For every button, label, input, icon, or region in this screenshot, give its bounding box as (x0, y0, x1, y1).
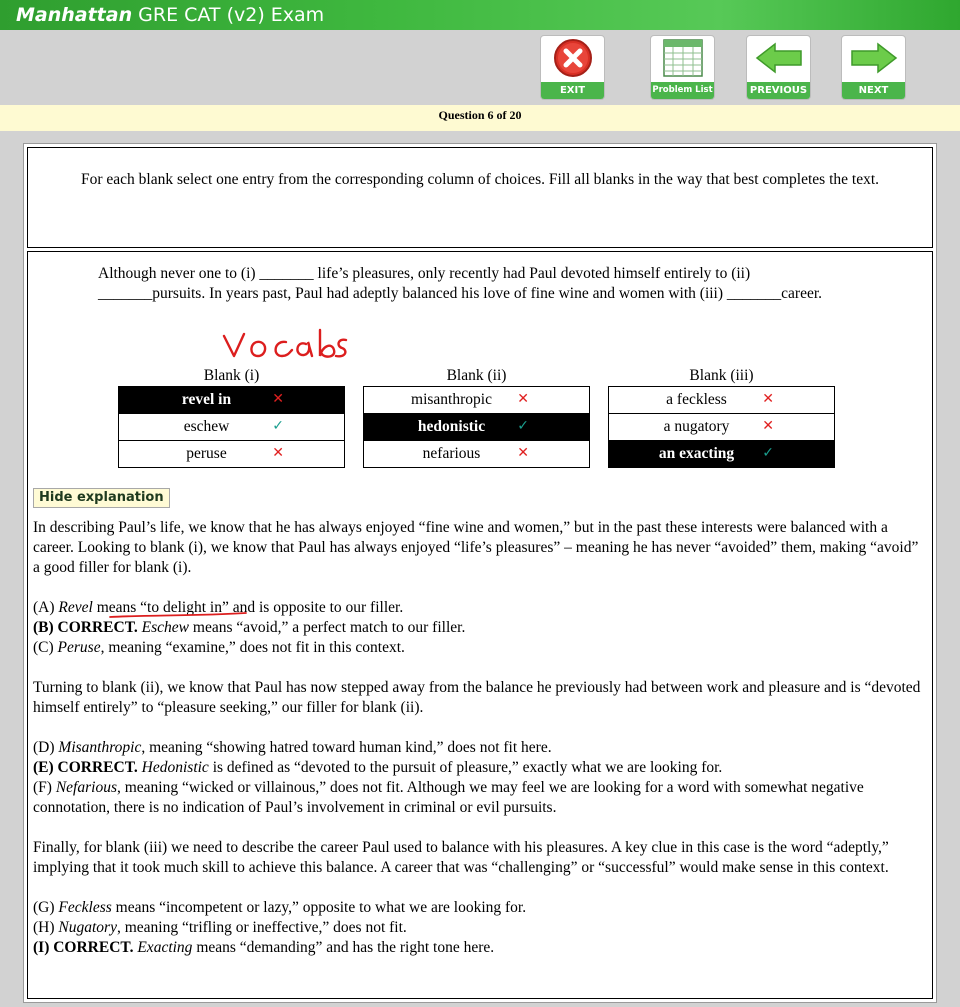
close-icon (541, 36, 604, 80)
question-box: Although never one to (i) _______ life’s… (27, 251, 933, 999)
wrong-mark-icon: ✕ (272, 391, 284, 407)
problem-list-label: Problem List (651, 82, 714, 99)
blank-iii-option-an-exacting[interactable]: an exacting ✓ (608, 440, 835, 468)
correct-mark-icon: ✓ (762, 445, 774, 461)
blank-ii-option-nefarious[interactable]: nefarious ✕ (363, 440, 590, 468)
blank-i-option-eschew[interactable]: eschew ✓ (118, 413, 345, 441)
title-text: GRE CAT (v2) Exam (132, 4, 325, 26)
explanation: In describing Paul’s life, we know that … (33, 518, 929, 958)
option-text: a feckless (666, 391, 727, 408)
handwritten-vocab-annotation (222, 328, 348, 358)
blank-iii-option-a-nugatory[interactable]: a nugatory ✕ (608, 413, 835, 441)
option-text: revel in (181, 391, 232, 408)
option-text: an exacting (658, 445, 735, 462)
choice-b-word: Eschew (137, 619, 190, 636)
exit-button[interactable]: EXIT (540, 35, 605, 100)
blank-ii-column: Blank (ii) misanthropic ✕ hedonistic ✓ nef… (363, 366, 590, 468)
explanation-paragraph-3: Finally, for blank (iii) we need to desc… (33, 839, 889, 876)
passage-text: Although never one to (i) _______ life’s… (98, 265, 823, 302)
title-bar: Manhattan GRE CAT (v2) Exam (0, 0, 960, 30)
option-text: eschew (183, 418, 230, 435)
wrong-mark-icon: ✕ (272, 445, 284, 461)
arrow-left-icon (747, 36, 810, 80)
instructions: For each blank select one entry from the… (27, 147, 933, 248)
option-text: a nugatory (663, 418, 730, 435)
explanation-choices-1: (A) Revel means “to delight in” and is o… (33, 598, 929, 658)
choice-b-text: means “avoid,” a perfect match to our fi… (189, 619, 466, 636)
blank-i-option-revel-in[interactable]: revel in ✕ (118, 386, 345, 414)
choice-g-label: (G) (33, 899, 59, 916)
blank-i-option-peruse[interactable]: peruse ✕ (118, 440, 345, 468)
explanation-choices-2: (D) Misanthropic, meaning “showing hatre… (33, 738, 929, 818)
blank-i-header: Blank (i) (203, 367, 260, 384)
blank-iii-option-a-feckless[interactable]: a feckless ✕ (608, 386, 835, 414)
wrong-mark-icon: ✕ (517, 445, 529, 461)
choice-a-word: Revel (58, 599, 93, 616)
blank-ii-option-misanthropic[interactable]: misanthropic ✕ (363, 386, 590, 414)
option-text: misanthropic (411, 391, 492, 408)
arrow-right-icon (842, 36, 905, 80)
option-text: nefarious (422, 445, 481, 462)
previous-button[interactable]: PREVIOUS (746, 35, 811, 100)
choice-c-text: , meaning “examine,” does not fit in thi… (100, 639, 405, 656)
choice-f-word: Nefarious (55, 779, 117, 796)
blank-ii-option-hedonistic[interactable]: hedonistic ✓ (363, 413, 590, 441)
choice-a-label: (A) (33, 599, 59, 616)
option-text: peruse (186, 445, 227, 462)
choice-f-text: , meaning “wicked or villainous,” does n… (33, 779, 864, 816)
choice-e-word: Hedonistic (137, 759, 209, 776)
choice-g-word: Feckless (58, 899, 112, 916)
blank-i-column: Blank (i) revel in ✕ eschew ✓ peruse ✕ (118, 366, 345, 468)
choice-e-text: is defined as “devoted to the pursuit of… (208, 759, 723, 776)
choice-c-label: (C) (33, 639, 58, 656)
choice-e-label: (E) CORRECT. (33, 759, 138, 776)
wrong-mark-icon: ✕ (517, 391, 529, 407)
title-brand: Manhattan (16, 4, 133, 26)
problem-list-button[interactable]: Problem List (650, 35, 715, 100)
wrong-mark-icon: ✕ (762, 391, 774, 407)
handwritten-underline-annotation (109, 612, 247, 618)
choice-h-label: (H) (33, 919, 59, 936)
explanation-choices-3: (G) Feckless means “incompetent or lazy,… (33, 898, 929, 958)
choice-h-word: Nugatory (58, 919, 117, 936)
blank-ii-header: Blank (ii) (446, 367, 507, 384)
grid-icon (651, 36, 714, 80)
next-button[interactable]: NEXT (841, 35, 906, 100)
choice-d-word: Misanthropic (58, 739, 142, 756)
choice-d-text: , meaning “showing hatred toward human k… (141, 739, 552, 756)
hide-explanation-button[interactable]: Hide explanation (33, 488, 170, 508)
choice-i-text: means “demanding” and has the right tone… (192, 939, 495, 956)
previous-label: PREVIOUS (747, 82, 810, 99)
blank-iii-header: Blank (iii) (689, 367, 754, 384)
choice-f-label: (F) (33, 779, 56, 796)
exit-label: EXIT (541, 82, 604, 99)
next-label: NEXT (842, 82, 905, 99)
choice-d-label: (D) (33, 739, 59, 756)
choice-i-word: Exacting (133, 939, 193, 956)
choice-g-text: means “incompetent or lazy,” opposite to… (111, 899, 527, 916)
explanation-paragraph-2: Turning to blank (ii), we know that Paul… (33, 679, 921, 716)
choice-i-label: (I) CORRECT. (33, 939, 134, 956)
wrong-mark-icon: ✕ (762, 418, 774, 434)
explanation-paragraph-1: In describing Paul’s life, we know that … (33, 519, 919, 576)
question-counter: Question 6 of 20 (0, 105, 960, 131)
question-content: For each blank select one entry from the… (23, 143, 937, 1003)
toolbar: EXIT Problem List PREVIOUS NEXT (0, 30, 960, 105)
choice-c-word: Peruse (57, 639, 101, 656)
choice-b-label: (B) CORRECT. (33, 619, 138, 636)
choice-h-text: , meaning “trifling or ineffective,” doe… (116, 919, 407, 936)
option-text: hedonistic (417, 418, 486, 435)
correct-mark-icon: ✓ (517, 418, 529, 434)
correct-mark-icon: ✓ (272, 418, 284, 434)
blank-iii-column: Blank (iii) a feckless ✕ a nugatory ✕ an e… (608, 366, 835, 468)
